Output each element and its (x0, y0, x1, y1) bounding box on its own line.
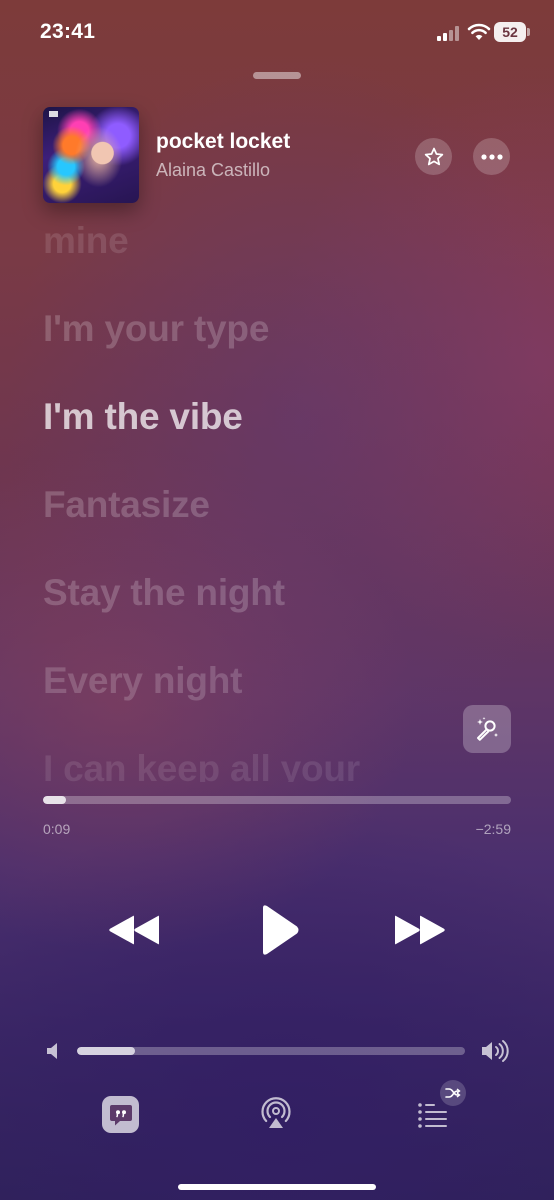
volume-slider[interactable] (77, 1047, 465, 1055)
volume-high-icon (480, 1038, 510, 1064)
shuffle-icon (445, 1088, 461, 1098)
battery-icon: 52 (494, 22, 530, 42)
battery-level: 52 (494, 22, 526, 42)
airplay-button[interactable] (258, 1096, 294, 1132)
status-time: 23:41 (40, 20, 96, 43)
star-icon (424, 147, 443, 165)
lyric-line[interactable]: mine (43, 220, 129, 262)
sheet-grabber[interactable] (253, 72, 301, 79)
lyric-line-active[interactable]: I'm the vibe (43, 396, 243, 438)
playback-scrubber[interactable] (43, 796, 511, 804)
quote-bubble-icon (109, 1104, 132, 1125)
favorite-button[interactable] (415, 138, 452, 175)
remaining-time: −2:59 (475, 821, 511, 837)
sing-along-button[interactable] (463, 705, 511, 753)
play-button[interactable] (250, 900, 306, 960)
album-artwork[interactable] (43, 107, 139, 203)
song-title[interactable]: pocket locket (156, 130, 290, 154)
home-indicator[interactable] (178, 1184, 376, 1190)
ellipsis-icon (480, 153, 503, 160)
lyric-line[interactable]: Stay the night (43, 572, 285, 614)
cellular-signal-icon (437, 25, 463, 41)
lyrics-button[interactable] (102, 1096, 139, 1133)
volume-level-fill (77, 1047, 136, 1055)
lyric-line[interactable]: I can keep all your (43, 748, 360, 782)
explicit-label-icon (49, 111, 58, 117)
lyric-line[interactable]: Every night (43, 660, 242, 702)
play-icon (263, 905, 299, 955)
volume-low-icon (44, 1040, 64, 1062)
song-artist[interactable]: Alaina Castillo (156, 160, 270, 181)
lyric-line[interactable]: Fantasize (43, 484, 210, 526)
shuffle-indicator[interactable] (440, 1080, 466, 1106)
elapsed-time: 0:09 (43, 821, 71, 837)
backward-icon (109, 915, 159, 945)
more-options-button[interactable] (473, 138, 510, 175)
airplay-audio-icon (261, 1097, 291, 1128)
microphone-sparkle-icon (477, 717, 498, 741)
wifi-icon (467, 22, 491, 42)
lyric-line[interactable]: I'm your type (43, 308, 269, 350)
previous-track-button[interactable] (104, 904, 164, 956)
forward-icon (395, 915, 445, 945)
next-track-button[interactable] (390, 904, 450, 956)
playback-progress-fill (43, 796, 67, 804)
